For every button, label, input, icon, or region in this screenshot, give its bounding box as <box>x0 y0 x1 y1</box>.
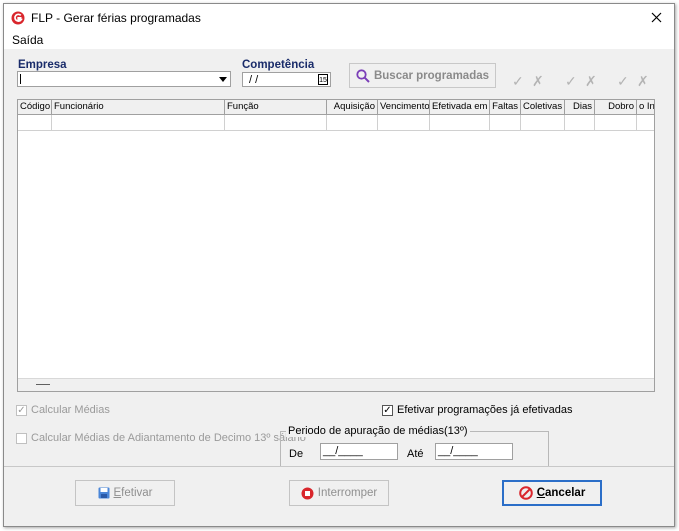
table-cell[interactable] <box>52 115 225 130</box>
stop-icon <box>301 487 314 499</box>
periodo-ate-input[interactable]: __/____ <box>435 443 513 460</box>
check-icon-2: ✓ <box>565 73 577 89</box>
check-icon: ✓ <box>16 404 27 416</box>
col-coletivas[interactable]: Coletivas <box>521 100 565 114</box>
table-cell[interactable] <box>595 115 637 130</box>
periodo-apuracao-group: Periodo de apuração de médias(13º) De __… <box>280 425 549 467</box>
table-cell[interactable] <box>430 115 490 130</box>
interromper-button[interactable]: Interromper <box>289 480 389 506</box>
efetivar-label: Efetivar <box>113 487 153 499</box>
buscar-programadas-button[interactable]: Buscar programadas <box>349 63 496 88</box>
buscar-programadas-label: Buscar programadas <box>373 69 490 82</box>
col-dobro[interactable]: Dobro <box>595 100 637 114</box>
calcular-medias-adiantamento-checkbox[interactable]: Calcular Médias de Adiantamento de Decim… <box>16 432 306 444</box>
table-cell[interactable] <box>327 115 378 130</box>
main-content: Empresa Competência / / 15 Buscar progra… <box>4 49 674 467</box>
col-efetivada-em[interactable]: Efetivada em <box>430 100 490 114</box>
calendar-icon[interactable]: 15 <box>318 74 328 85</box>
app-logo-icon <box>11 11 25 25</box>
competencia-date-input[interactable]: / / 15 <box>242 72 331 87</box>
table-cell[interactable] <box>637 115 654 130</box>
col-codigo[interactable]: Código <box>18 100 52 114</box>
x-icon-3: ✗ <box>637 73 649 89</box>
text-cursor <box>20 74 21 84</box>
dropdown-arrow-button[interactable] <box>216 72 230 86</box>
menu-bar: Saída <box>4 31 674 49</box>
check-icon-3: ✓ <box>617 73 629 89</box>
col-dias[interactable]: Dias <box>565 100 595 114</box>
de-label: De <box>289 448 304 460</box>
periodo-apuracao-title: Periodo de apuração de médias(13º) <box>286 425 470 437</box>
table-cell[interactable] <box>521 115 565 130</box>
check-icon: ✓ <box>382 404 393 416</box>
table-cell[interactable] <box>490 115 521 130</box>
cancelar-label: Cancelar <box>536 487 586 499</box>
table-cell[interactable] <box>565 115 595 130</box>
check-icon-1: ✓ <box>512 73 524 89</box>
window-title: FLP - Gerar férias programadas <box>31 11 201 25</box>
close-icon <box>651 12 661 22</box>
calcular-medias-label: Calcular Médias <box>31 404 110 416</box>
ate-label: Até <box>407 448 424 460</box>
col-funcao[interactable]: Função <box>225 100 327 114</box>
efetivar-ja-efetivadas-label: Efetivar programações já efetivadas <box>397 404 573 416</box>
table-cell[interactable] <box>225 115 327 130</box>
competencia-value: / / <box>249 74 259 86</box>
periodo-de-input[interactable]: __/____ <box>320 443 398 460</box>
menu-item-saida[interactable]: Saída <box>12 33 43 47</box>
efetivar-ja-efetivadas-checkbox[interactable]: ✓ Efetivar programações já efetivadas <box>382 404 572 416</box>
efetivar-button[interactable]: Efetivar <box>75 480 175 506</box>
cancelar-button[interactable]: Cancelar <box>502 480 602 506</box>
save-icon <box>98 487 109 499</box>
x-icon-2: ✗ <box>585 73 597 89</box>
title-bar: FLP - Gerar férias programadas <box>4 4 674 31</box>
interromper-label: Interromper <box>317 487 378 499</box>
col-faltas[interactable]: Faltas <box>490 100 521 114</box>
calcular-medias-checkbox[interactable]: ✓ Calcular Médias <box>16 404 110 416</box>
competencia-label: Competência <box>242 59 315 71</box>
footer-bar: Efetivar Interromper Cancelar <box>4 467 674 526</box>
col-funcionario[interactable]: Funcionário <box>52 100 225 114</box>
close-button[interactable] <box>644 7 668 27</box>
cancel-icon <box>518 486 533 500</box>
checkbox-box <box>16 432 27 444</box>
grid-header: Código Funcionário Função Aquisição Venc… <box>18 100 654 115</box>
app-window: FLP - Gerar férias programadas Saída Emp… <box>3 3 675 527</box>
chevron-down-icon <box>219 76 227 82</box>
horizontal-scrollbar[interactable] <box>18 378 654 391</box>
table-row[interactable] <box>18 115 654 131</box>
table-cell[interactable] <box>378 115 430 130</box>
scrollbar-thumb[interactable] <box>36 384 50 385</box>
col-abono-inicio[interactable]: o In <box>637 100 654 114</box>
col-aquisicao[interactable]: Aquisição <box>327 100 378 114</box>
x-icon-1: ✗ <box>532 73 544 89</box>
table-cell[interactable] <box>18 115 52 130</box>
search-icon <box>356 68 370 83</box>
calcular-medias-adiantamento-label: Calcular Médias de Adiantamento de Decim… <box>31 432 306 444</box>
empresa-label: Empresa <box>18 59 67 71</box>
programadas-grid[interactable]: Código Funcionário Função Aquisição Venc… <box>17 99 655 392</box>
col-vencimento[interactable]: Vencimento <box>378 100 430 114</box>
empresa-combobox[interactable] <box>17 71 231 87</box>
